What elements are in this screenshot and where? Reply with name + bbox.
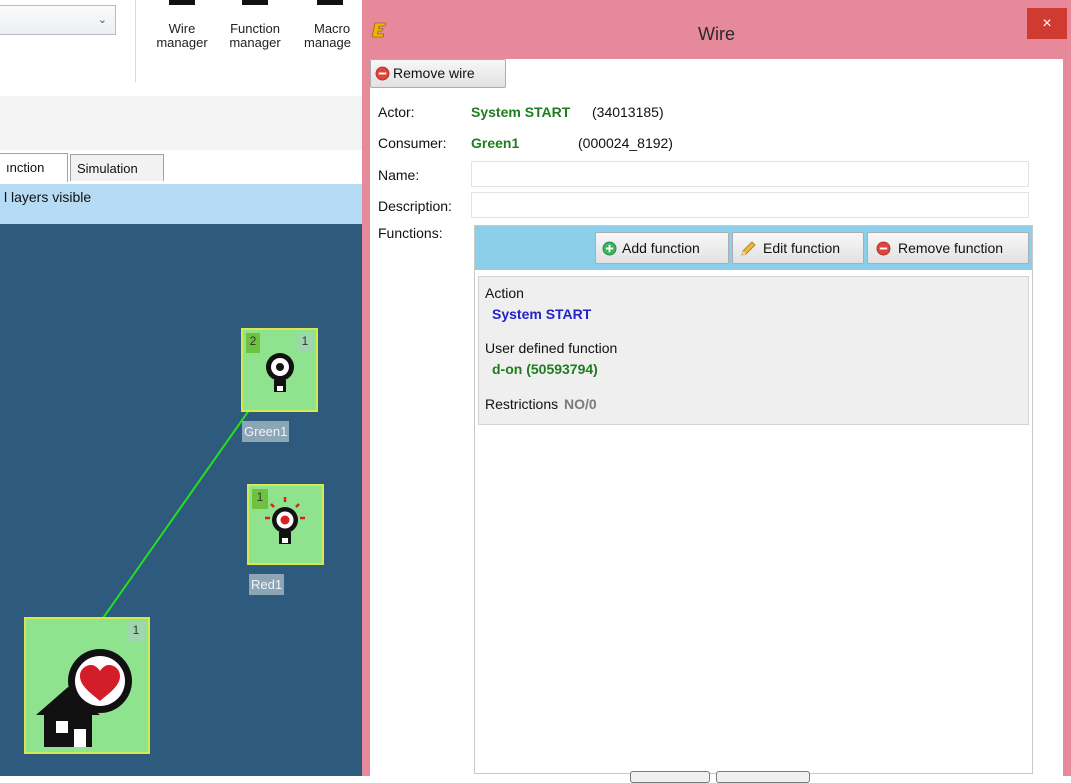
- functions-panel: Add function Edit function Remove functi…: [474, 225, 1033, 774]
- node-red1[interactable]: 1: [247, 484, 324, 565]
- ribbon-button-label: Function: [230, 21, 280, 36]
- name-field[interactable]: [471, 161, 1029, 187]
- wire-manager-button[interactable]: Wire manager: [152, 0, 212, 50]
- add-circle-icon: [602, 241, 617, 256]
- function-manager-icon: [242, 0, 268, 5]
- function-list-item[interactable]: Action System START User defined functio…: [478, 276, 1029, 425]
- ribbon-button-label: manager: [156, 35, 208, 50]
- house-heart-icon: [36, 649, 132, 747]
- node-badge: 1: [297, 333, 313, 351]
- button-label: Remove function: [898, 240, 1004, 256]
- remove-function-button[interactable]: Remove function: [867, 232, 1029, 264]
- description-field[interactable]: [471, 192, 1029, 218]
- macro-manager-icon: [317, 0, 343, 5]
- consumer-label: Consumer:: [378, 135, 447, 151]
- close-icon: ×: [1042, 15, 1052, 32]
- add-function-button[interactable]: Add function: [595, 232, 729, 264]
- node-label: Red1: [249, 574, 285, 595]
- node-green1[interactable]: 2 1: [241, 328, 318, 412]
- layer-status-text: l layers visible: [4, 189, 92, 205]
- light-bulb-icon: [266, 353, 294, 392]
- functions-toolbar: Add function Edit function Remove functi…: [475, 226, 1032, 270]
- light-bulb-red-icon: [265, 497, 305, 544]
- design-canvas[interactable]: 2 1 Green1 1 Red1 1: [0, 224, 362, 776]
- macro-manager-button[interactable]: Macro manage: [302, 0, 362, 50]
- action-label: Action: [485, 285, 524, 301]
- dialog-title: Wire: [698, 24, 735, 44]
- button-label: Edit function: [763, 240, 841, 256]
- button-label: Remove wire: [393, 65, 475, 81]
- ribbon-button-label: Wire: [168, 21, 196, 36]
- consumer-id: (000024_8192): [578, 135, 673, 151]
- consumer-name: Green1: [471, 135, 520, 151]
- edit-function-button[interactable]: Edit function: [732, 232, 864, 264]
- functions-label: Functions:: [378, 225, 443, 241]
- dialog-body: Remove wire Actor: System START (3401318…: [370, 59, 1063, 783]
- udf-value: d-on (50593794): [492, 361, 598, 377]
- ribbon: ⌄ Wire manager Function manager Macro ma…: [0, 0, 362, 97]
- action-value: System START: [492, 306, 592, 322]
- chevron-down-icon: ⌄: [97, 14, 107, 26]
- ribbon-separator: [135, 0, 136, 82]
- toolbar-strip: [0, 96, 362, 151]
- actor-id: (34013185): [592, 104, 664, 120]
- remove-circle-icon: [375, 66, 390, 81]
- remove-circle-icon: [876, 241, 891, 256]
- ribbon-button-label: manager: [229, 35, 281, 50]
- ribbon-button-label: manage: [304, 35, 351, 50]
- wire-manager-icon: [169, 0, 195, 5]
- wire-dialog: Wire × Remove wire Actor: System START (…: [362, 0, 1071, 783]
- remove-wire-button[interactable]: Remove wire: [370, 59, 506, 88]
- button-label: Add function: [622, 240, 700, 256]
- udf-label: User defined function: [485, 340, 618, 356]
- ribbon-button-label: Macro: [314, 21, 351, 36]
- node-system-start[interactable]: 1: [24, 617, 150, 754]
- close-button[interactable]: ×: [1027, 8, 1067, 39]
- actor-label: Actor:: [378, 104, 415, 120]
- layer-status-bar: l layers visible: [0, 184, 362, 224]
- node-badge: 2: [246, 333, 260, 353]
- description-label: Description:: [378, 198, 452, 214]
- ribbon-dropdown[interactable]: ⌄: [0, 5, 116, 35]
- dialog-cancel-button[interactable]: [716, 771, 810, 783]
- restrictions-label: Restrictions: [485, 396, 559, 412]
- pencil-icon: [741, 241, 756, 256]
- name-label: Name:: [378, 167, 420, 183]
- dialog-titlebar[interactable]: Wire ×: [362, 0, 1071, 59]
- node-label: Green1: [242, 421, 290, 442]
- dialog-ok-button[interactable]: [630, 771, 710, 783]
- actor-name: System START: [471, 104, 571, 120]
- function-manager-button[interactable]: Function manager: [225, 0, 285, 50]
- restrictions-value: NO/0: [564, 396, 597, 412]
